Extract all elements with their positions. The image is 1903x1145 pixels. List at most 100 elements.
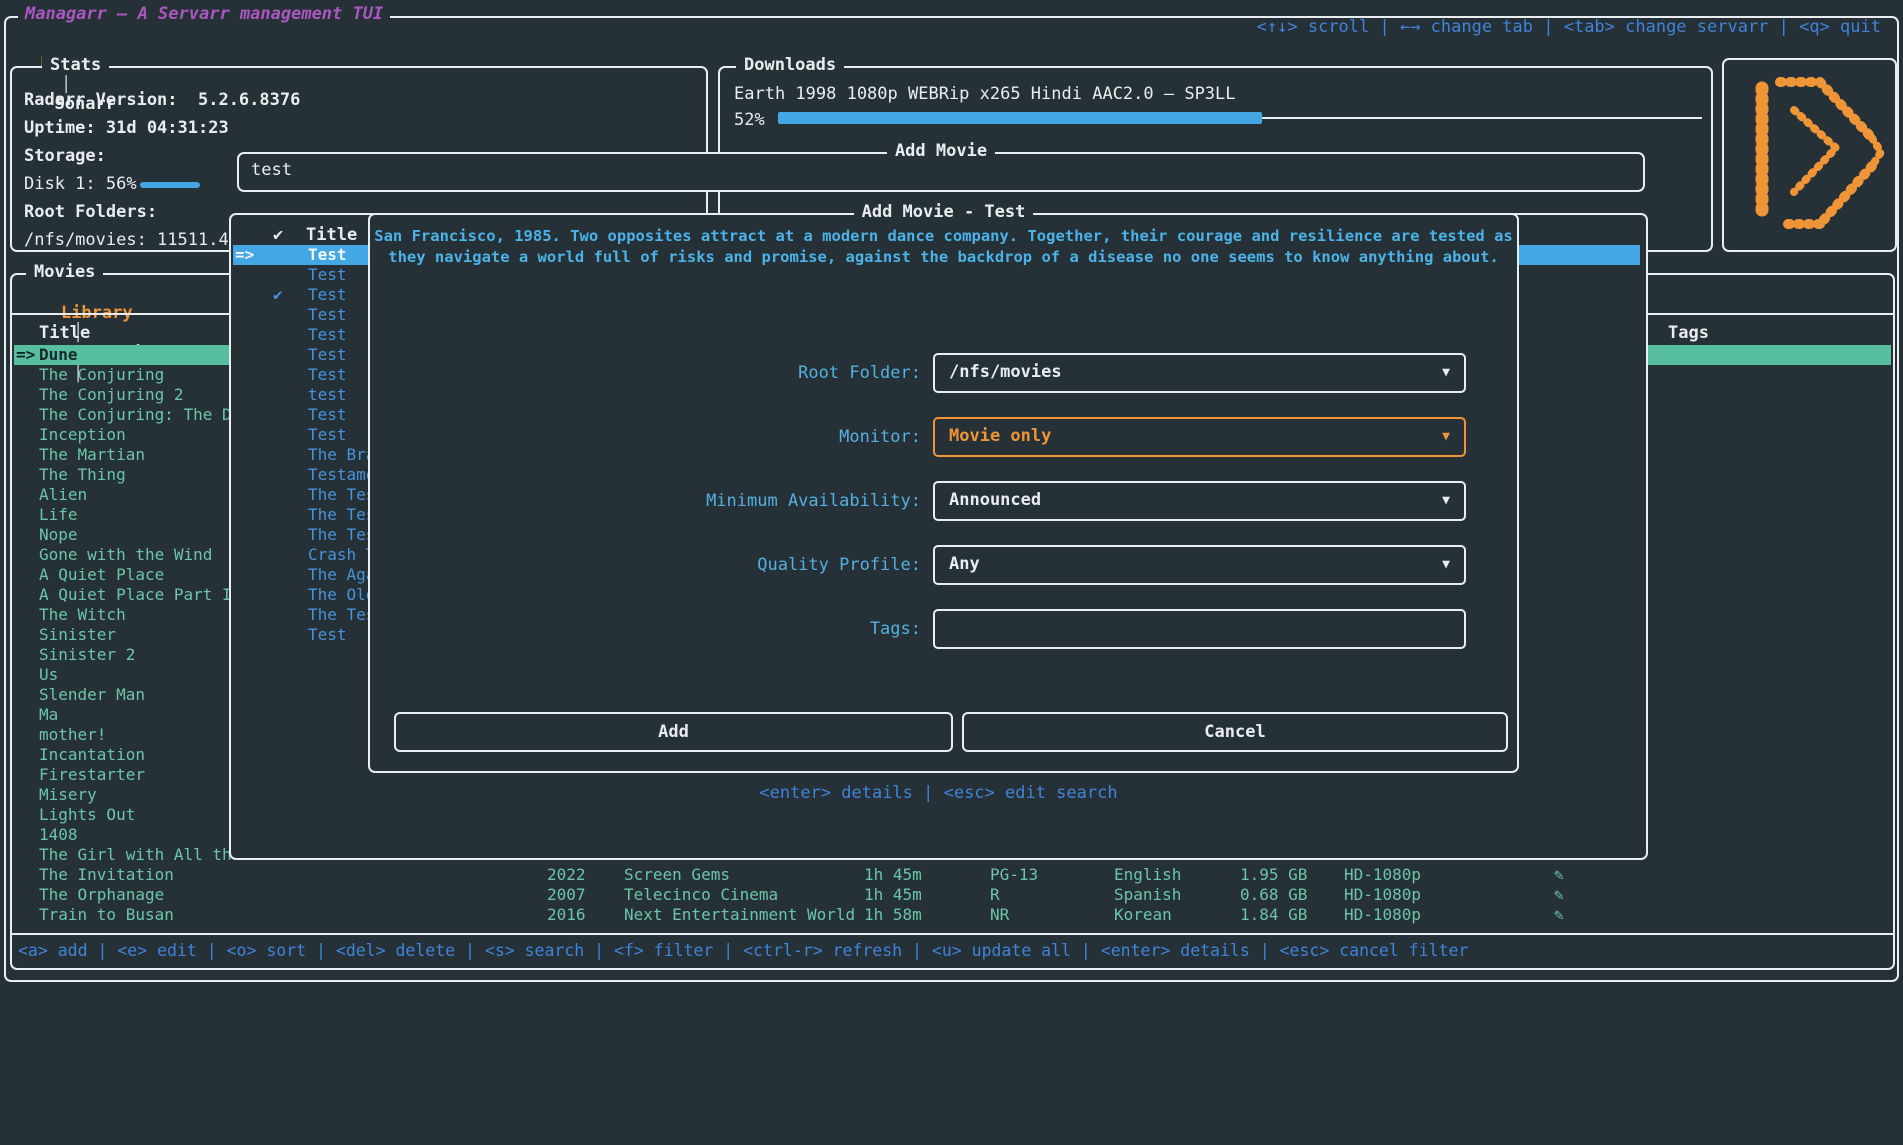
result-title-cell: Test	[308, 285, 347, 305]
movie-title-cell: The Girl with All the	[39, 845, 241, 865]
add-movie-search-title: Add Movie	[887, 141, 995, 161]
add-movie-search-box: Add Movie test	[237, 152, 1645, 192]
result-title-cell: Test	[308, 405, 347, 425]
movie-runtime-cell: 1h 45m	[864, 885, 922, 905]
movie-row[interactable]: The Invitation 2022 Screen Gems 1h 45m P…	[14, 865, 1891, 885]
managarr-logo-icon	[1724, 60, 1891, 246]
movie-title-cell: Misery	[39, 785, 97, 805]
cancel-button[interactable]: Cancel	[962, 712, 1508, 752]
result-title-cell: Test	[308, 305, 347, 325]
movie-studio-cell: Telecinco Cinema	[624, 885, 778, 905]
movie-language-cell: Spanish	[1114, 885, 1181, 905]
stats-disk-label: Disk 1: 56%	[24, 174, 137, 194]
chevron-down-icon: ▼	[1442, 365, 1450, 380]
stats-version: Radarr Version: 5.2.6.8376	[24, 90, 300, 110]
checked-icon: ✔	[273, 285, 283, 305]
download-progress-rest	[1262, 117, 1702, 119]
movie-size-cell: 0.68 GB	[1240, 885, 1307, 905]
movie-size-cell: 1.84 GB	[1240, 905, 1307, 925]
movie-title-cell: The Witch	[39, 605, 126, 625]
result-title-cell: Test	[308, 245, 347, 265]
movie-overview-line1: San Francisco, 1985. Two opposites attra…	[370, 227, 1517, 245]
logo-panel	[1722, 58, 1897, 252]
field-dropdown[interactable]	[933, 609, 1466, 649]
movie-quality-cell: HD-1080p	[1344, 885, 1421, 905]
movie-title-cell: mother!	[39, 725, 106, 745]
movie-title-cell: The Martian	[39, 445, 145, 465]
result-title-cell: Test	[308, 425, 347, 445]
form-field-row: Minimum Availability: Announced ▼	[370, 481, 1517, 521]
field-label: Monitor:	[370, 427, 921, 447]
result-title-cell: Test	[308, 345, 347, 365]
movie-title-cell: Incantation	[39, 745, 145, 765]
field-dropdown[interactable]: Announced ▼	[933, 481, 1466, 521]
movie-title-cell: Sinister	[39, 625, 116, 645]
form-field-row: Root Folder: /nfs/movies ▼	[370, 353, 1517, 393]
stats-rootfolders-label: Root Folders:	[24, 202, 157, 222]
app-title: Managarr — A Servarr management TUI	[18, 4, 390, 24]
movie-title-cell: The Conjuring: The De	[39, 405, 241, 425]
field-label: Tags:	[370, 619, 921, 639]
chevron-down-icon: ▼	[1442, 493, 1450, 508]
field-dropdown[interactable]: Movie only ▼	[933, 417, 1466, 457]
movies-title-header: Title	[39, 323, 90, 343]
field-label: Root Folder:	[370, 363, 921, 383]
disk-usage-gauge	[140, 182, 200, 188]
add-button[interactable]: Add	[394, 712, 953, 752]
result-title-cell: The Old	[308, 585, 375, 605]
form-field-row: Quality Profile: Any ▼	[370, 545, 1517, 585]
field-value: /nfs/movies	[949, 362, 1062, 382]
chevron-down-icon: ▼	[1442, 557, 1450, 572]
results-keyhints: <enter> details | <esc> edit search	[231, 783, 1646, 803]
monitored-icon: ✎	[1554, 905, 1564, 925]
monitored-icon: ✎	[1554, 885, 1564, 905]
field-label: Quality Profile:	[370, 555, 921, 575]
movie-studio-cell: Next Entertainment World	[624, 905, 855, 925]
field-value: Movie only	[949, 426, 1051, 446]
monitored-icon: ✎	[1554, 865, 1564, 885]
movie-title-cell: The Invitation	[39, 865, 174, 885]
download-progress-filled	[778, 112, 1262, 124]
stats-storage-label: Storage:	[24, 146, 106, 166]
field-dropdown[interactable]: Any ▼	[933, 545, 1466, 585]
movie-year-cell: 2022	[547, 865, 586, 885]
chevron-down-icon: ▼	[1442, 429, 1450, 444]
result-title-cell: Test	[308, 265, 347, 285]
movie-title-cell: The Conjuring 2	[39, 385, 184, 405]
field-value: Any	[949, 554, 980, 574]
movie-title-cell: Slender Man	[39, 685, 145, 705]
managarr-screen: { "header": { "title": "Managarr — A Ser…	[0, 0, 1903, 986]
movie-studio-cell: Screen Gems	[624, 865, 730, 885]
movie-title-cell: The Conjuring	[39, 365, 164, 385]
downloads-panel-title: Downloads	[736, 55, 844, 75]
movie-row[interactable]: The Orphanage 2007 Telecinco Cinema 1h 4…	[14, 885, 1891, 905]
add-movie-modal: Add Movie - Test San Francisco, 1985. Tw…	[368, 213, 1519, 773]
movies-panel-title: Movies	[26, 262, 103, 282]
movie-runtime-cell: 1h 45m	[864, 865, 922, 885]
movie-overview-line2: they navigate a world full of risks and …	[370, 248, 1517, 266]
add-movie-search-input[interactable]: test	[251, 160, 292, 180]
movie-row[interactable]: Train to Busan 2016 Next Entertainment W…	[14, 905, 1891, 925]
movie-title-cell: A Quiet Place Part II	[39, 585, 241, 605]
form-field-row: Tags:	[370, 609, 1517, 649]
download-percent: 52%	[734, 110, 765, 130]
movie-title-cell: Nope	[39, 525, 78, 545]
movie-runtime-cell: 1h 58m	[864, 905, 922, 925]
field-value: Announced	[949, 490, 1041, 510]
stats-panel-title: Stats	[42, 55, 109, 75]
movie-title-cell: Gone with the Wind	[39, 545, 212, 565]
movie-rating-cell: PG-13	[990, 865, 1038, 885]
add-movie-form: Root Folder: /nfs/movies ▼ Monitor: Movi…	[370, 353, 1517, 673]
field-dropdown[interactable]: /nfs/movies ▼	[933, 353, 1466, 393]
movies-tags-header: Tags	[1668, 323, 1709, 343]
movie-title-cell: Firestarter	[39, 765, 145, 785]
movie-quality-cell: HD-1080p	[1344, 865, 1421, 885]
form-field-row: Monitor: Movie only ▼	[370, 417, 1517, 457]
movie-title-cell: 1408	[39, 825, 78, 845]
movie-year-cell: 2016	[547, 905, 586, 925]
result-title-cell: Test	[308, 365, 347, 385]
movie-title-cell: Dune	[39, 345, 78, 365]
movie-title-cell: Ma	[39, 705, 58, 725]
selection-marker: =>	[16, 345, 35, 365]
movie-title-cell: Lights Out	[39, 805, 135, 825]
